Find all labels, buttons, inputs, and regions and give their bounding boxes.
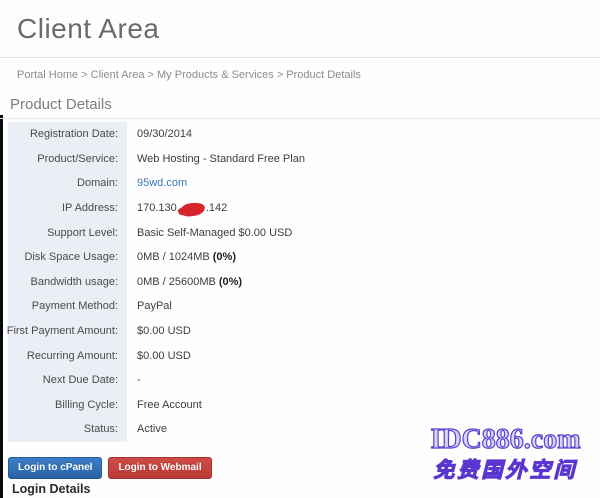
table-row: IP Address:170.130..142 — [8, 196, 568, 221]
table-row: Recurring Amount:$0.00 USD — [8, 343, 568, 368]
table-row: Registration Date:09/30/2014 — [8, 122, 568, 147]
row-label: IP Address: — [8, 196, 127, 221]
breadcrumb[interactable]: Portal Home > Client Area > My Products … — [17, 69, 361, 81]
row-value: 95wd.com — [127, 177, 187, 189]
section-divider — [0, 118, 600, 119]
section-title: Product Details — [10, 96, 112, 113]
table-row: Payment Method:PayPal — [8, 294, 568, 319]
row-label: Next Due Date: — [8, 368, 127, 393]
domain-link[interactable]: 95wd.com — [137, 177, 187, 189]
table-row: Support Level:Basic Self-Managed $0.00 U… — [8, 220, 568, 245]
row-label: Payment Method: — [8, 294, 127, 319]
table-row: Bandwidth usage:0MB / 25600MB(0%) — [8, 270, 568, 295]
table-row: Disk Space Usage:0MB / 1024MB(0%) — [8, 245, 568, 270]
row-label: Domain: — [8, 171, 127, 196]
page-title: Client Area — [17, 13, 159, 45]
login-to-cpanel-button[interactable]: Login to cPanel — [8, 457, 102, 479]
row-value: PayPal — [127, 300, 172, 312]
row-label: First Payment Amount: — [8, 319, 127, 344]
action-buttons: Login to cPanel Login to Webmail — [8, 457, 212, 479]
table-row: Billing Cycle:Free Account — [8, 393, 568, 418]
row-label: Product/Service: — [8, 147, 127, 172]
header-divider — [0, 57, 600, 58]
table-row: Next Due Date:- — [8, 368, 568, 393]
row-label: Recurring Amount: — [8, 343, 127, 368]
product-details-table: Registration Date:09/30/2014Product/Serv… — [8, 122, 568, 442]
row-label: Disk Space Usage: — [8, 245, 127, 270]
table-row: First Payment Amount:$0.00 USD — [8, 319, 568, 344]
row-value: Web Hosting - Standard Free Plan — [127, 153, 305, 165]
left-edge-artifact — [0, 115, 3, 498]
row-value: Basic Self-Managed $0.00 USD — [127, 227, 292, 239]
table-row: Status:Active — [8, 417, 568, 442]
row-value: $0.00 USD — [127, 350, 191, 362]
login-to-webmail-button[interactable]: Login to Webmail — [108, 457, 211, 479]
row-label: Status: — [8, 417, 127, 442]
row-value: 0MB / 1024MB(0%) — [127, 251, 236, 263]
row-value: 170.130..142 — [127, 202, 227, 215]
table-row: Product/Service:Web Hosting - Standard F… — [8, 147, 568, 172]
login-details-title: Login Details — [12, 482, 90, 496]
row-value: 0MB / 25600MB(0%) — [127, 276, 242, 288]
client-area-page: Client Area Portal Home > Client Area > … — [0, 0, 600, 498]
table-row: Domain: 95wd.com — [8, 171, 568, 196]
row-value: 09/30/2014 — [127, 128, 192, 140]
row-label: Bandwidth usage: — [8, 270, 127, 295]
row-value: - — [127, 374, 141, 386]
row-label: Support Level: — [8, 220, 127, 245]
ip-redaction-scribble — [180, 201, 205, 217]
row-label: Registration Date: — [8, 122, 127, 147]
row-value: $0.00 USD — [127, 325, 191, 337]
watermark-slogan-text: 免费国外空间 — [413, 455, 598, 485]
row-value: Free Account — [127, 399, 202, 411]
row-label: Billing Cycle: — [8, 393, 127, 418]
row-value: Active — [127, 423, 167, 435]
